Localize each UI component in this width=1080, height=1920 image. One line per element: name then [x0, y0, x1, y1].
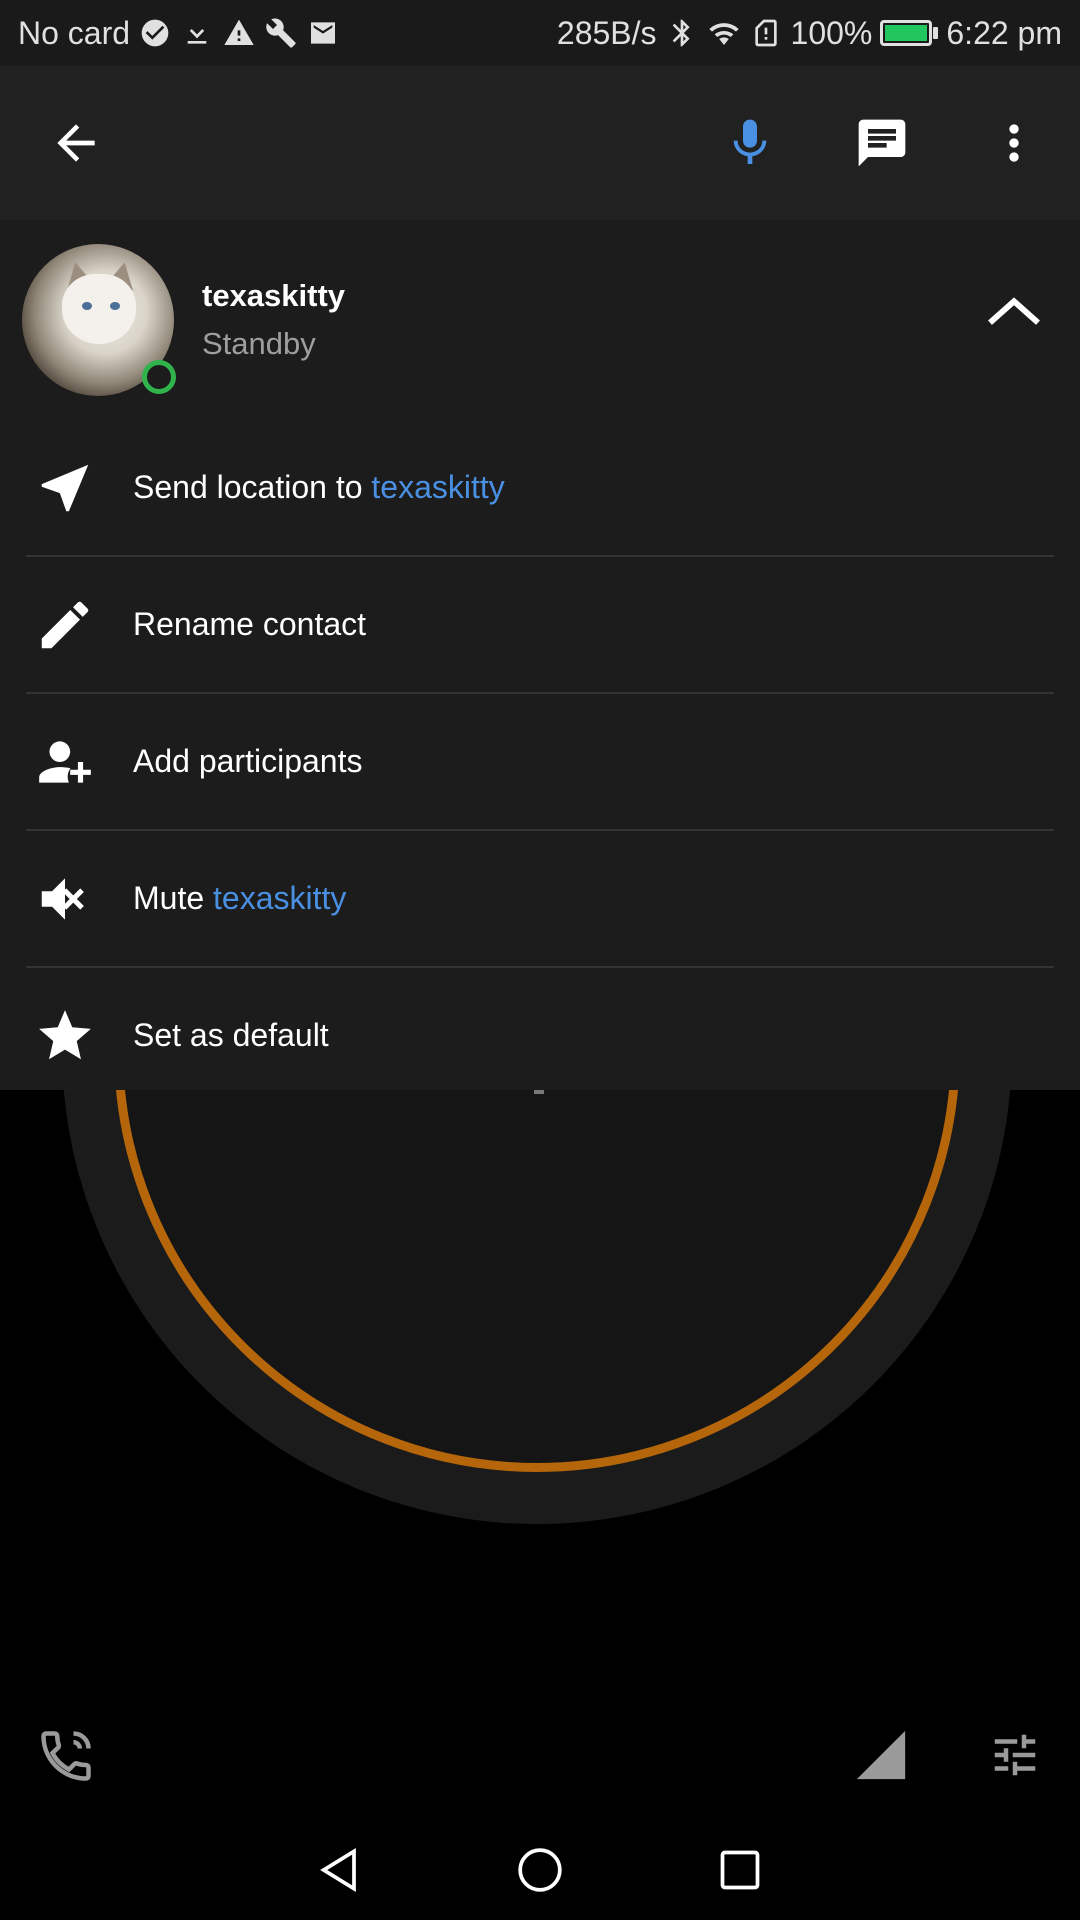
menu-add-participants[interactable]: Add participants [0, 694, 1080, 829]
contact-info: texaskitty Standby [202, 278, 345, 362]
menu-send-location[interactable]: Send location to texaskitty [0, 420, 1080, 555]
mail-icon [306, 16, 340, 50]
presence-indicator [142, 360, 176, 394]
signal-icon [852, 1726, 910, 1784]
battery-percent: 100% [790, 14, 873, 51]
menu-mute[interactable]: Mute texaskitty [0, 831, 1080, 966]
clock: 6:22 pm [946, 14, 1062, 51]
battery-icon [880, 20, 939, 46]
phone-call-icon[interactable] [36, 1726, 96, 1786]
star-icon [32, 1003, 98, 1069]
carrier-text: No card [18, 14, 131, 51]
status-bar: No card 285B/s 100% 6:22 pm [0, 0, 1080, 66]
tune-icon[interactable] [988, 1728, 1042, 1782]
avatar [22, 244, 176, 396]
message-icon[interactable] [846, 107, 918, 179]
send-location-target: texaskitty [371, 469, 505, 505]
arrow-back-icon[interactable] [40, 107, 112, 179]
screen: No card 285B/s 100% 6:22 pm texaskitty S… [0, 0, 1080, 1920]
wrench-icon [264, 16, 298, 50]
download-icon [180, 16, 214, 50]
mute-target: texaskitty [213, 880, 347, 916]
toolbar-actions [714, 107, 1050, 179]
status-right: 285B/s 100% 6:22 pm [557, 15, 1062, 52]
sim-alert-icon [749, 16, 783, 50]
navigation-arrow-icon [32, 455, 98, 521]
mute-label: Mute texaskitty [133, 880, 347, 916]
nav-back-icon[interactable] [310, 1840, 370, 1900]
send-location-label: Send location to texaskitty [133, 469, 505, 505]
more-vertical-icon[interactable] [978, 107, 1050, 179]
contact-header[interactable]: texaskitty Standby [0, 220, 1080, 420]
warning-icon [222, 16, 256, 50]
pencil-icon [32, 592, 98, 658]
nav-home-icon[interactable] [510, 1840, 570, 1900]
menu-set-default[interactable]: Set as default [0, 968, 1080, 1103]
chevron-up-icon[interactable] [982, 280, 1046, 344]
contact-status: Standby [202, 326, 316, 361]
bluetooth-icon [665, 16, 699, 50]
top-toolbar [0, 66, 1080, 220]
contact-name: texaskitty [202, 278, 346, 313]
status-left: No card [18, 15, 340, 52]
volume-mute-icon [32, 866, 98, 932]
contact-menu-panel: texaskitty Standby Send location to texa… [0, 220, 1080, 1090]
nav-recents-icon[interactable] [710, 1840, 770, 1900]
microphone-icon[interactable] [714, 107, 786, 179]
person-add-icon [32, 729, 98, 795]
set-default-label: Set as default [133, 1017, 329, 1053]
add-participants-label: Add participants [133, 743, 363, 779]
rename-contact-label: Rename contact [133, 606, 367, 642]
network-speed: 285B/s [556, 14, 657, 51]
check-circle-icon [138, 16, 172, 50]
system-nav-bar [0, 1820, 1080, 1920]
menu-rename-contact[interactable]: Rename contact [0, 557, 1080, 692]
wifi-icon [707, 16, 741, 50]
